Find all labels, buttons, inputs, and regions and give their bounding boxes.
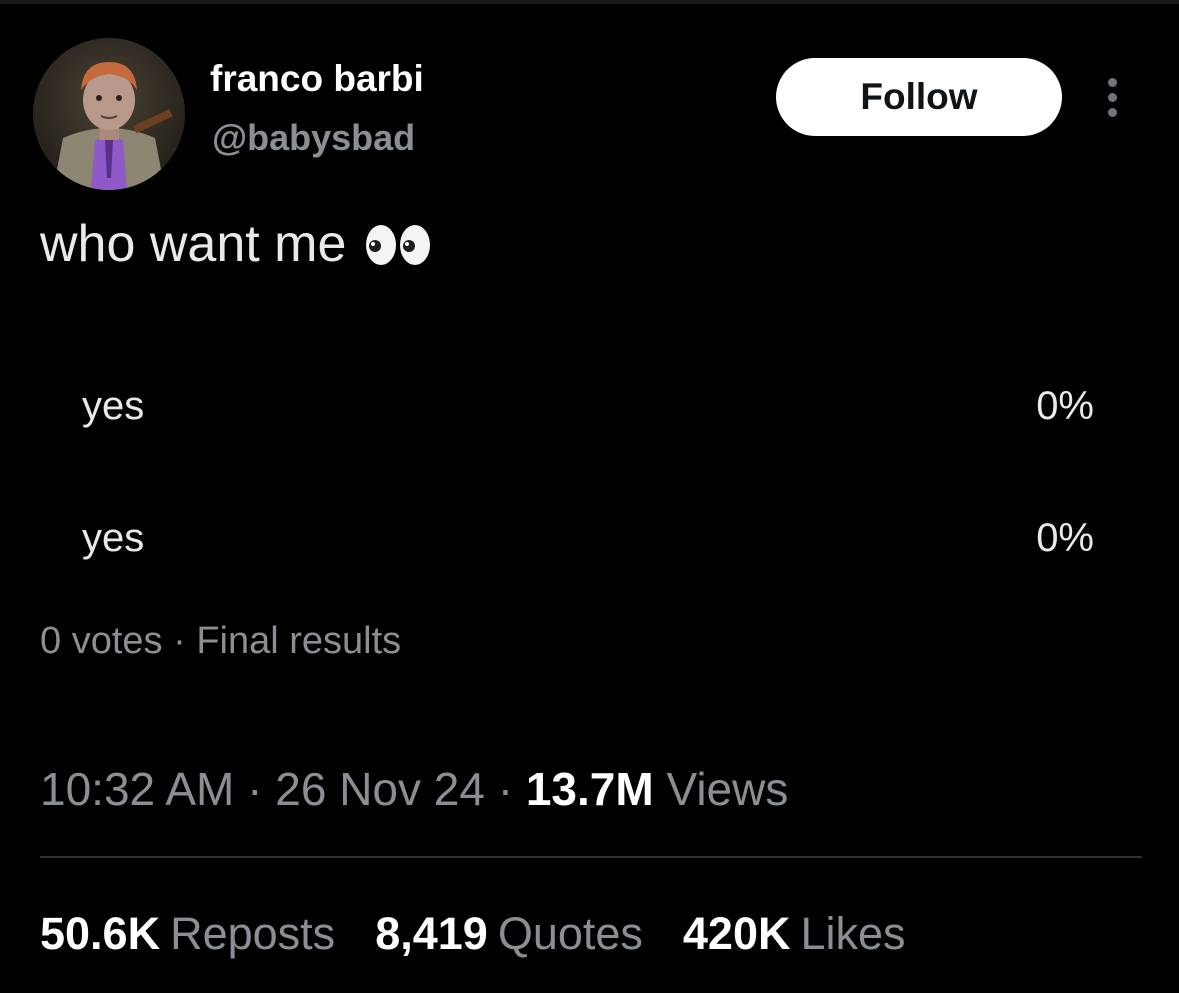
display-name[interactable]: franco barbi — [210, 58, 424, 100]
tweet-text: who want me — [40, 214, 434, 274]
engagement-stats: 50.6K Reposts 8,419 Quotes 420K Likes — [40, 908, 906, 960]
reposts-count: 50.6K — [40, 908, 161, 959]
likes-stat[interactable]: 420K Likes — [683, 908, 906, 960]
follow-button[interactable]: Follow — [776, 58, 1062, 136]
views-count[interactable]: 13.7M — [526, 763, 654, 815]
timestamp-row: 10:32 AM · 26 Nov 24 · 13.7M Views — [40, 762, 788, 816]
more-vertical-icon[interactable] — [1098, 74, 1128, 122]
quotes-stat[interactable]: 8,419 Quotes — [375, 908, 643, 960]
likes-label: Likes — [800, 908, 906, 959]
post-date[interactable]: 26 Nov 24 — [275, 763, 485, 815]
likes-count: 420K — [682, 908, 791, 959]
user-handle[interactable]: @babysbad — [212, 117, 415, 159]
poll-option-label: yes — [82, 384, 145, 428]
avatar-image — [33, 38, 185, 190]
poll-status: Final results — [196, 620, 402, 662]
poll-option-percent: 0% — [1036, 384, 1094, 428]
poll-meta: 0 votes · Final results — [40, 620, 401, 663]
poll-option-percent: 0% — [1036, 516, 1094, 560]
poll-separator: · — [173, 620, 186, 662]
top-border — [0, 0, 1179, 4]
poll-option-2[interactable]: yes 0% — [40, 508, 1140, 578]
views-label: Views — [666, 763, 789, 815]
quotes-count: 8,419 — [375, 908, 488, 959]
divider — [40, 856, 1142, 858]
reposts-stat[interactable]: 50.6K Reposts — [40, 908, 335, 960]
avatar[interactable] — [33, 38, 185, 190]
poll-option-label: yes — [82, 516, 145, 560]
post-time[interactable]: 10:32 AM — [40, 763, 234, 815]
poll-votes: 0 votes — [40, 620, 163, 662]
meta-separator: · — [247, 763, 263, 815]
tweet-body: who want me — [40, 215, 347, 273]
poll-option-1[interactable]: yes 0% — [40, 376, 1140, 446]
meta-separator: · — [497, 763, 514, 815]
eyes-emoji-icon — [364, 221, 434, 267]
reposts-label: Reposts — [170, 908, 336, 959]
quotes-label: Quotes — [497, 908, 643, 959]
